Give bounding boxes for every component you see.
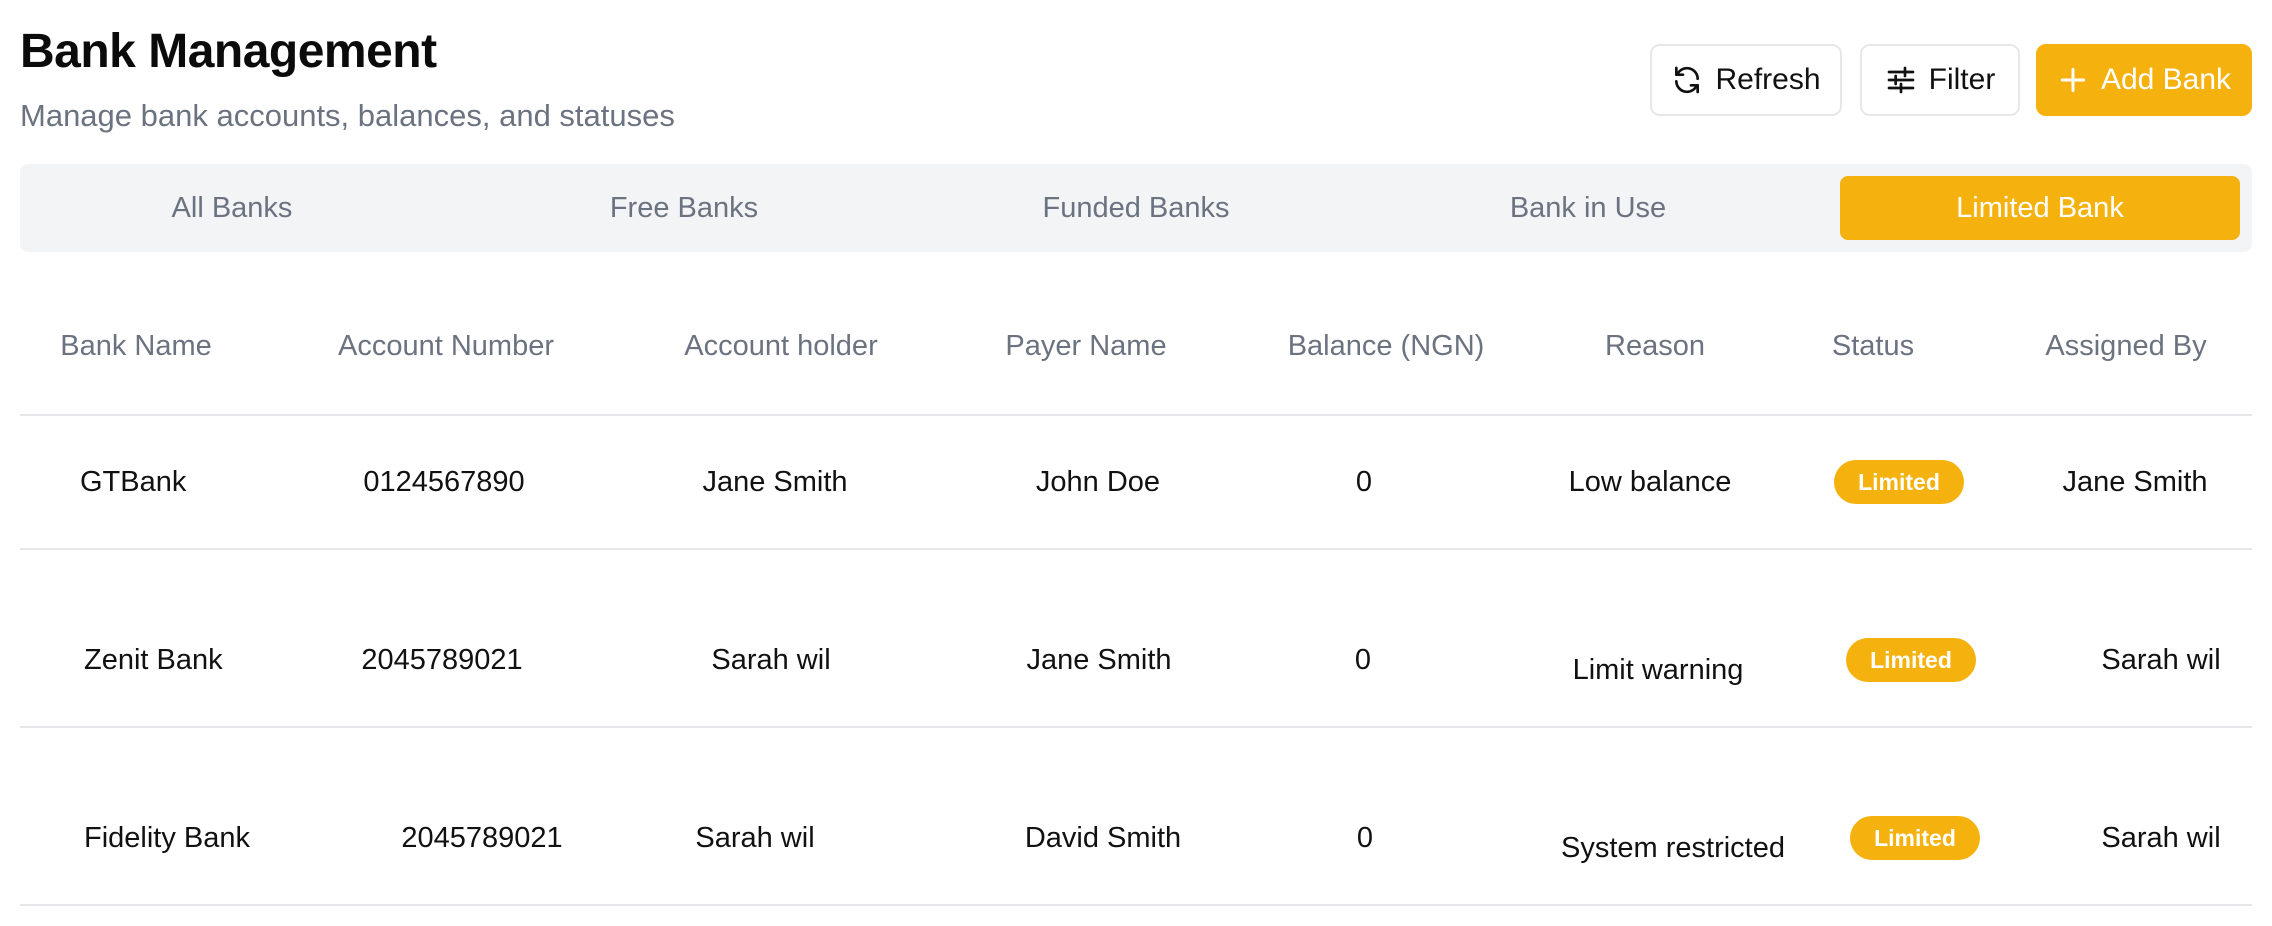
column-header-account-number[interactable]: Account Number — [338, 326, 554, 366]
tab-bank-in-use[interactable]: Bank in Use — [1388, 176, 1788, 240]
row-divider — [20, 904, 2252, 906]
cell-payer-name: David Smith — [1024, 822, 1182, 854]
cell-balance: 0 — [1354, 644, 1372, 676]
cell-assigned-by: Sarah wil — [2101, 644, 2221, 676]
tab-bar: All Banks Free Banks Funded Banks Bank i… — [20, 164, 2252, 252]
cell-reason: Low balance — [1568, 466, 1732, 498]
row-divider — [20, 548, 2252, 550]
page-title: Bank Management — [20, 25, 437, 78]
cell-account-number: 0124567890 — [363, 466, 525, 498]
filter-button[interactable]: Filter — [1860, 44, 2020, 116]
cell-bank-name: Zenit Bank — [84, 644, 223, 676]
cell-balance: 0 — [1355, 466, 1373, 498]
filter-label: Filter — [1928, 63, 1996, 96]
tab-free-banks[interactable]: Free Banks — [484, 176, 884, 240]
refresh-button[interactable]: Refresh — [1650, 44, 1842, 116]
cell-reason: Limit warning — [1572, 654, 1744, 686]
page-subtitle: Manage bank accounts, balances, and stat… — [20, 98, 675, 133]
status-badge: Limited — [1846, 638, 1976, 682]
add-bank-button[interactable]: Add Bank — [2036, 44, 2252, 116]
tab-limited-bank[interactable]: Limited Bank — [1840, 176, 2240, 240]
cell-assigned-by: Jane Smith — [2062, 466, 2208, 498]
column-header-status[interactable]: Status — [1832, 326, 1914, 366]
cell-payer-name: Jane Smith — [1026, 644, 1172, 676]
cell-account-holder: Sarah wil — [695, 822, 815, 854]
refresh-label: Refresh — [1715, 63, 1821, 96]
cell-reason: System restricted — [1561, 832, 1785, 864]
cell-account-holder: Jane Smith — [702, 466, 848, 498]
tab-funded-banks[interactable]: Funded Banks — [936, 176, 1336, 240]
cell-bank-name: GTBank — [80, 466, 187, 498]
cell-balance: 0 — [1356, 822, 1374, 854]
add-bank-label: Add Bank — [2100, 63, 2232, 96]
column-header-payer-name[interactable]: Payer Name — [1005, 326, 1166, 366]
plus-icon — [2057, 64, 2089, 96]
cell-payer-name: John Doe — [1035, 466, 1161, 498]
tab-all-banks[interactable]: All Banks — [32, 176, 432, 240]
status-badge: Limited — [1850, 816, 1980, 860]
header-divider — [20, 414, 2252, 416]
sliders-icon — [1885, 64, 1917, 96]
cell-bank-name: Fidelity Bank — [84, 822, 251, 854]
column-header-reason[interactable]: Reason — [1605, 326, 1705, 366]
column-header-balance[interactable]: Balance (NGN) — [1288, 326, 1485, 366]
refresh-icon — [1671, 64, 1703, 96]
cell-account-number: 2045789021 — [361, 644, 523, 676]
column-header-account-holder[interactable]: Account holder — [684, 326, 877, 366]
cell-account-holder: Sarah wil — [711, 644, 831, 676]
cell-assigned-by: Sarah wil — [2101, 822, 2221, 854]
row-divider — [20, 726, 2252, 728]
status-badge: Limited — [1834, 460, 1964, 504]
column-header-bank-name[interactable]: Bank Name — [60, 326, 212, 366]
cell-account-number: 2045789021 — [401, 822, 563, 854]
column-header-assigned-by[interactable]: Assigned By — [2045, 326, 2206, 366]
